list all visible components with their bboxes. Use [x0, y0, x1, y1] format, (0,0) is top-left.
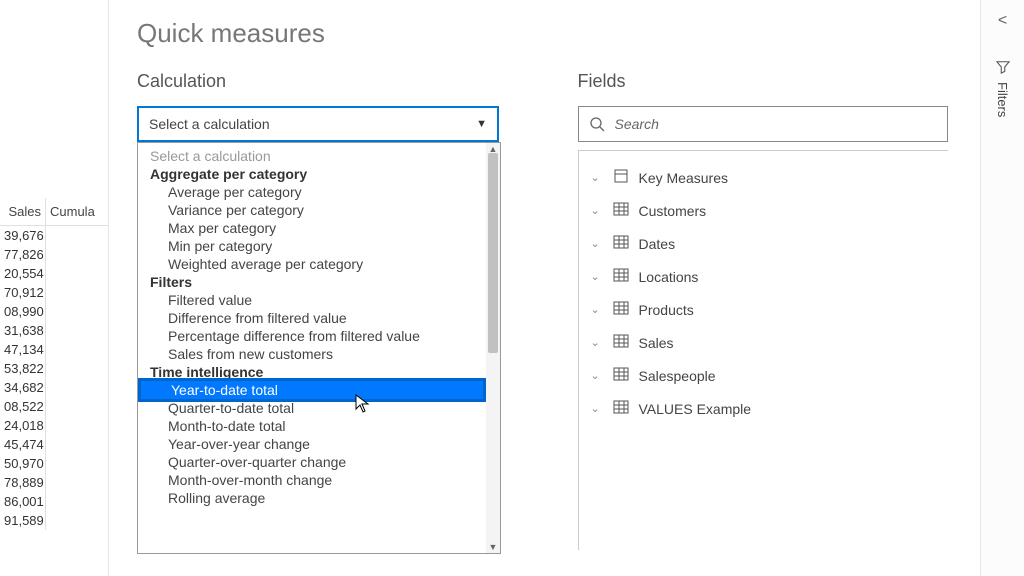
measures-icon: [613, 168, 629, 187]
caret-down-icon: ▼: [476, 118, 487, 130]
chevron-down-icon: ⌄: [591, 204, 603, 217]
dropdown-item[interactable]: Difference from filtered value: [138, 309, 486, 327]
calculation-select-value: Select a calculation: [149, 116, 270, 132]
table-icon: [613, 267, 629, 286]
scroll-thumb[interactable]: [488, 153, 498, 353]
dropdown-item[interactable]: Year-over-year change: [138, 435, 486, 453]
table-icon: [613, 201, 629, 220]
chevron-down-icon: ⌄: [591, 237, 603, 250]
quick-measures-dialog: Quick measures Calculation Select a calc…: [108, 0, 978, 576]
dropdown-item[interactable]: Weighted average per category: [138, 255, 486, 273]
dropdown-item[interactable]: Percentage difference from filtered valu…: [138, 327, 486, 345]
dropdown-item[interactable]: Month-to-date total: [138, 417, 486, 435]
fields-tree: ⌄ Key Measures⌄ Customers⌄ Dates⌄ Locati…: [578, 150, 948, 550]
filters-pane-tab[interactable]: Filters: [995, 60, 1010, 117]
table-row: 34,682: [0, 378, 110, 397]
field-item[interactable]: ⌄ Sales: [579, 326, 948, 359]
field-label: Customers: [639, 203, 707, 219]
table-row: 08,522: [0, 397, 110, 416]
table-row: 91,589: [0, 511, 110, 530]
fields-heading: Fields: [578, 71, 979, 92]
dropdown-item[interactable]: Rolling average: [138, 489, 486, 507]
table-icon: [613, 366, 629, 385]
table-row: 50,970: [0, 454, 110, 473]
table-icon: [613, 333, 629, 352]
search-icon: [589, 116, 605, 132]
dropdown-item[interactable]: Average per category: [138, 183, 486, 201]
table-row: 70,912: [0, 283, 110, 302]
dropdown-group-header: Filters: [138, 273, 486, 291]
search-input[interactable]: [615, 116, 937, 132]
search-box[interactable]: [578, 106, 948, 142]
dropdown-item[interactable]: Month-over-month change: [138, 471, 486, 489]
table-row: 86,001: [0, 492, 110, 511]
table-row: 31,638: [0, 321, 110, 340]
chevron-down-icon: ⌄: [591, 303, 603, 316]
field-label: Locations: [639, 269, 699, 285]
dialog-title: Quick measures: [137, 18, 978, 49]
table-icon: [613, 300, 629, 319]
table-row: 47,134: [0, 340, 110, 359]
dropdown-item[interactable]: Max per category: [138, 219, 486, 237]
table-row: 20,554: [0, 264, 110, 283]
chevron-down-icon: ⌄: [591, 336, 603, 349]
chevron-down-icon: ⌄: [591, 402, 603, 415]
field-label: Key Measures: [639, 170, 728, 186]
table-row: 78,889: [0, 473, 110, 492]
table-icon: [613, 399, 629, 418]
dropdown-item[interactable]: Quarter-over-quarter change: [138, 453, 486, 471]
field-item[interactable]: ⌄ Products: [579, 293, 948, 326]
calculation-dropdown: Select a calculationAggregate per catego…: [137, 142, 501, 554]
dropdown-item[interactable]: Year-to-date total: [141, 381, 483, 399]
table-row: 53,822: [0, 359, 110, 378]
dropdown-scrollbar[interactable]: ▲ ▼: [486, 143, 500, 553]
field-label: Sales: [639, 335, 674, 351]
field-item[interactable]: ⌄ Key Measures: [579, 161, 948, 194]
field-label: Salespeople: [639, 368, 716, 384]
calculation-heading: Calculation: [137, 71, 538, 92]
table-row: 39,676: [0, 226, 110, 245]
dropdown-placeholder[interactable]: Select a calculation: [138, 147, 486, 165]
table-row: 45,474: [0, 435, 110, 454]
field-item[interactable]: ⌄ Salespeople: [579, 359, 948, 392]
dropdown-item[interactable]: Filtered value: [138, 291, 486, 309]
field-label: VALUES Example: [639, 401, 752, 417]
dropdown-item[interactable]: Min per category: [138, 237, 486, 255]
field-label: Dates: [639, 236, 676, 252]
field-item[interactable]: ⌄ Locations: [579, 260, 948, 293]
cursor-icon: [355, 394, 371, 410]
table-icon: [613, 234, 629, 253]
bg-col-sales: Sales: [0, 198, 46, 225]
background-table: Sales Cumula 39,67677,82620,55470,91208,…: [0, 0, 110, 576]
calculation-select[interactable]: Select a calculation ▼ Select a calculat…: [137, 106, 499, 142]
table-row: 08,990: [0, 302, 110, 321]
collapse-rail-button[interactable]: <: [998, 12, 1007, 30]
scroll-down-icon[interactable]: ▼: [486, 541, 500, 553]
right-rail: < Filters: [980, 0, 1024, 576]
dropdown-item[interactable]: Variance per category: [138, 201, 486, 219]
bg-col-cumulative: Cumula: [46, 198, 110, 225]
chevron-down-icon: ⌄: [591, 369, 603, 382]
field-item[interactable]: ⌄ Dates: [579, 227, 948, 260]
filter-icon: [996, 60, 1010, 74]
field-item[interactable]: ⌄ VALUES Example: [579, 392, 948, 425]
field-item[interactable]: ⌄ Customers: [579, 194, 948, 227]
field-label: Products: [639, 302, 694, 318]
dropdown-group-header: Aggregate per category: [138, 165, 486, 183]
table-row: 24,018: [0, 416, 110, 435]
chevron-down-icon: ⌄: [591, 171, 603, 184]
table-row: 77,826: [0, 245, 110, 264]
chevron-down-icon: ⌄: [591, 270, 603, 283]
dropdown-item[interactable]: Sales from new customers: [138, 345, 486, 363]
